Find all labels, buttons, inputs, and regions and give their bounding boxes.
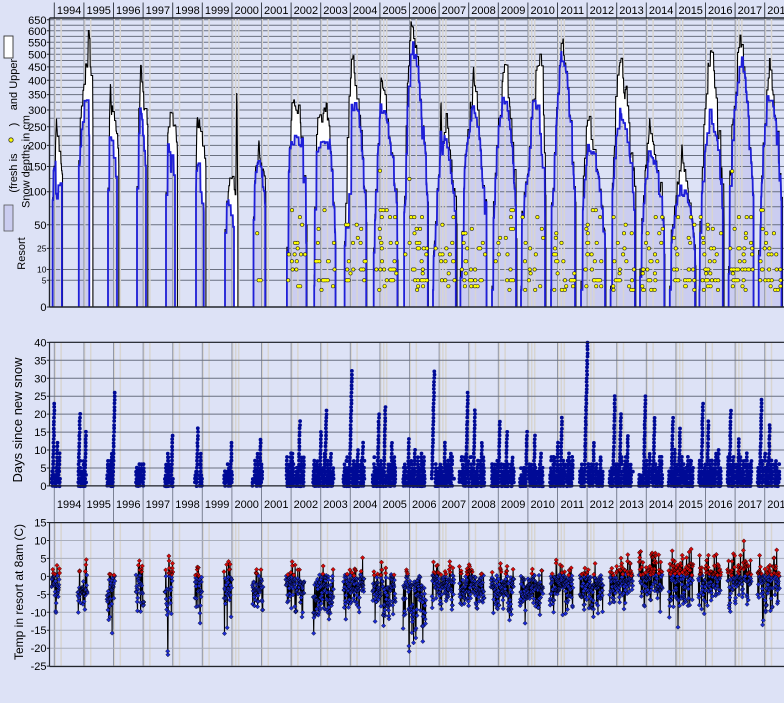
svg-text:2018: 2018: [767, 499, 784, 511]
svg-text:500: 500: [28, 49, 46, 61]
svg-text:2008: 2008: [471, 5, 495, 17]
svg-text:2012: 2012: [590, 499, 614, 511]
svg-text:2006: 2006: [412, 5, 436, 17]
svg-text:5: 5: [42, 275, 47, 285]
svg-text:-5: -5: [37, 589, 47, 601]
svg-text:Resort: Resort: [16, 237, 28, 269]
svg-text:2017: 2017: [738, 5, 762, 17]
svg-text:2014: 2014: [649, 499, 673, 511]
svg-text:1997: 1997: [146, 5, 170, 17]
svg-text:2016: 2016: [708, 499, 732, 511]
svg-text:2016: 2016: [708, 5, 732, 17]
svg-text:550: 550: [28, 37, 46, 49]
svg-text:-20: -20: [31, 643, 47, 655]
svg-text:(fresh is: (fresh is: [8, 153, 20, 193]
svg-text:35: 35: [34, 355, 46, 367]
svg-text:600: 600: [28, 26, 46, 38]
svg-text:5: 5: [40, 553, 46, 565]
svg-text:2005: 2005: [382, 5, 406, 17]
svg-text:-15: -15: [31, 625, 47, 637]
svg-text:2012: 2012: [590, 5, 614, 17]
svg-text:1999: 1999: [205, 5, 229, 17]
svg-text:2007: 2007: [442, 499, 466, 511]
svg-text:2007: 2007: [442, 5, 466, 17]
svg-text:10: 10: [34, 445, 46, 457]
svg-text:2003: 2003: [323, 5, 347, 17]
svg-text:2002: 2002: [294, 499, 318, 511]
svg-text:2000: 2000: [234, 499, 258, 511]
svg-text:2011: 2011: [560, 499, 584, 511]
svg-text:2010: 2010: [530, 5, 554, 17]
svg-text:50: 50: [34, 220, 46, 232]
svg-text:10: 10: [37, 265, 47, 275]
svg-text:Days since new snow: Days since new snow: [10, 357, 25, 483]
svg-text:1995: 1995: [86, 499, 110, 511]
svg-text:1996: 1996: [116, 5, 140, 17]
svg-text:2015: 2015: [678, 5, 702, 17]
svg-text:2005: 2005: [382, 499, 406, 511]
svg-text:1998: 1998: [175, 5, 199, 17]
svg-text:-10: -10: [31, 607, 47, 619]
svg-text:2001: 2001: [264, 499, 288, 511]
svg-text:2013: 2013: [619, 5, 643, 17]
svg-text:2001: 2001: [264, 5, 288, 17]
svg-text:2013: 2013: [619, 499, 643, 511]
svg-text:2003: 2003: [323, 499, 347, 511]
svg-text:2015: 2015: [678, 499, 702, 511]
svg-text:1997: 1997: [146, 499, 170, 511]
svg-text:450: 450: [28, 62, 46, 74]
svg-text:30: 30: [34, 373, 46, 385]
svg-text:): ): [8, 123, 20, 127]
svg-text:5: 5: [40, 463, 46, 475]
svg-text:0: 0: [40, 571, 46, 583]
svg-text:2004: 2004: [353, 499, 377, 511]
svg-text:1996: 1996: [116, 499, 140, 511]
svg-text:1994: 1994: [57, 499, 81, 511]
svg-text:2010: 2010: [530, 499, 554, 511]
svg-text:15: 15: [34, 518, 46, 530]
svg-text:2006: 2006: [412, 499, 436, 511]
svg-text:1998: 1998: [175, 499, 199, 511]
svg-text:and Upper: and Upper: [8, 58, 20, 110]
svg-text:10: 10: [34, 536, 46, 548]
svg-text:40: 40: [34, 337, 46, 349]
svg-text:2004: 2004: [353, 5, 377, 17]
svg-text:1994: 1994: [57, 5, 81, 17]
svg-text:Temp in resort at 8am (C): Temp in resort at 8am (C): [12, 524, 26, 660]
svg-text:25: 25: [37, 243, 47, 253]
svg-text:2009: 2009: [501, 5, 525, 17]
svg-text:0: 0: [40, 481, 46, 493]
svg-text:2008: 2008: [471, 499, 495, 511]
svg-text:2002: 2002: [294, 5, 318, 17]
svg-text:2009: 2009: [501, 499, 525, 511]
svg-text:400: 400: [28, 75, 46, 87]
svg-text:2014: 2014: [649, 5, 673, 17]
svg-text:350: 350: [28, 90, 46, 102]
svg-text:Snow depths in cm: Snow depths in cm: [21, 115, 33, 208]
svg-text:15: 15: [34, 427, 46, 439]
svg-text:2011: 2011: [560, 5, 584, 17]
svg-text:-25: -25: [31, 661, 47, 673]
svg-text:2017: 2017: [738, 499, 762, 511]
svg-text:650: 650: [28, 15, 46, 27]
svg-text:2018: 2018: [767, 5, 784, 17]
svg-text:1999: 1999: [205, 499, 229, 511]
svg-text:1995: 1995: [86, 5, 110, 17]
svg-text:2000: 2000: [234, 5, 258, 17]
svg-text:20: 20: [34, 409, 46, 421]
svg-text:25: 25: [34, 391, 46, 403]
svg-text:0: 0: [40, 302, 46, 314]
